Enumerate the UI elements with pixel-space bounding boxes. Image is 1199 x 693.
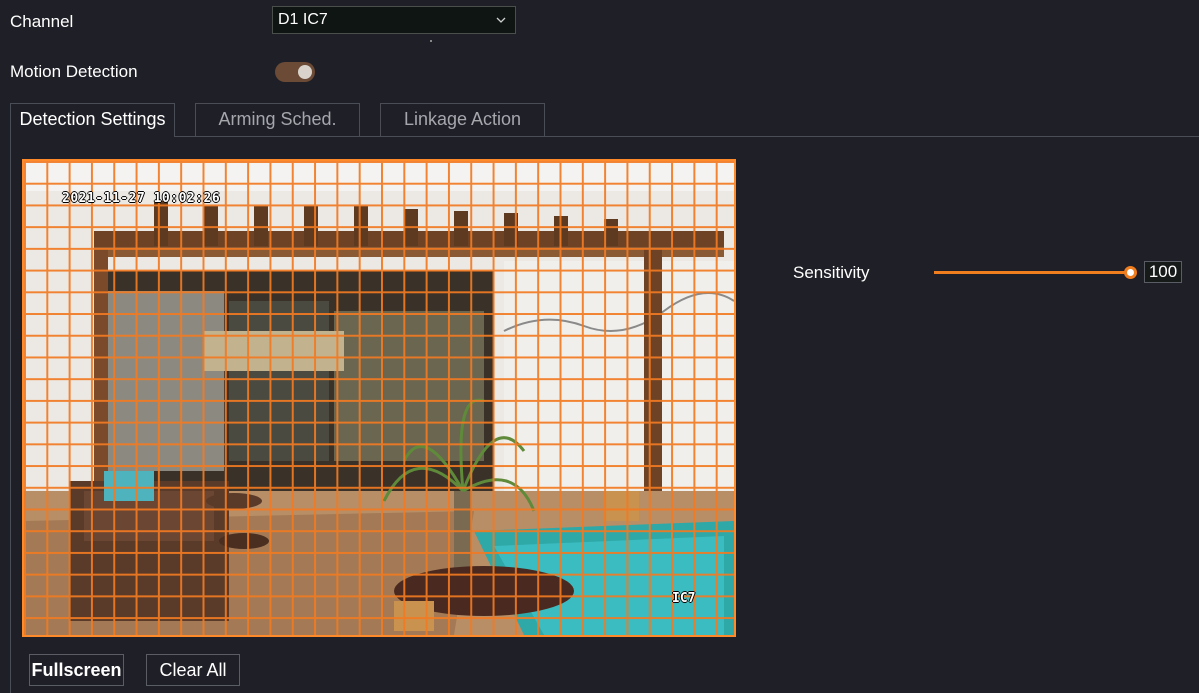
detection-grid[interactable] xyxy=(24,161,734,635)
sensitivity-slider-thumb[interactable] xyxy=(1124,266,1137,279)
osd-timestamp: 2021-11-27 10:02:26 xyxy=(62,191,221,206)
tab-arming-schedule[interactable]: Arming Sched. xyxy=(195,103,360,136)
panel-border xyxy=(10,136,11,693)
motion-detection-toggle[interactable] xyxy=(275,62,315,82)
channel-label: Channel xyxy=(10,12,74,31)
channel-select-value: D1 IC7 xyxy=(278,11,328,28)
sensitivity-label: Sensitivity xyxy=(793,263,870,282)
sensitivity-value-field[interactable]: 100 xyxy=(1144,261,1182,283)
tab-detection-settings[interactable]: Detection Settings xyxy=(10,103,175,137)
motion-area-preview[interactable]: 2021-11-27 10:02:26 IC7 xyxy=(22,159,736,637)
clear-all-button[interactable]: Clear All xyxy=(146,654,240,686)
chevron-down-icon xyxy=(496,17,506,23)
channel-select[interactable]: D1 IC7 xyxy=(272,6,516,34)
motion-detection-label: Motion Detection xyxy=(10,62,138,81)
tab-linkage-action[interactable]: Linkage Action xyxy=(380,103,545,136)
fullscreen-button[interactable]: Fullscreen xyxy=(29,654,124,686)
divider-dot xyxy=(430,40,432,42)
sensitivity-slider-track[interactable] xyxy=(934,271,1130,274)
tab-divider xyxy=(175,136,1199,137)
toggle-knob xyxy=(298,65,312,79)
osd-camera-name: IC7 xyxy=(672,591,696,606)
